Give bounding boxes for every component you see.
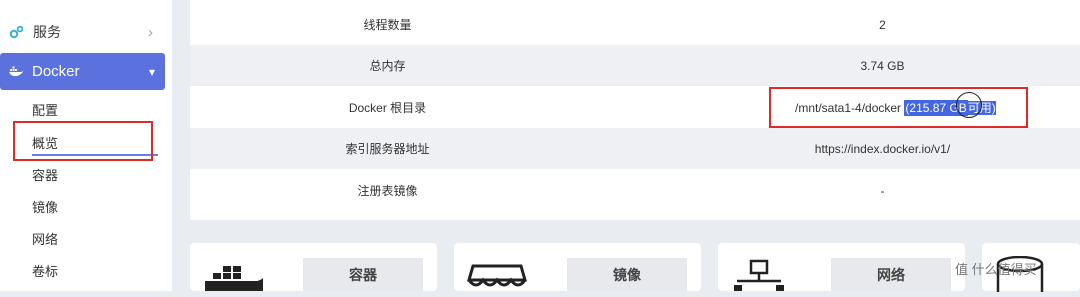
row-value: - (880, 183, 885, 198)
row-key: 注册表镜像 (357, 184, 418, 198)
row-key: 线程数量 (363, 18, 412, 32)
watermark-text: 值 什么值得买 (955, 262, 1037, 277)
network-icon (733, 259, 785, 296)
subnav-images[interactable]: 镜像 (32, 197, 58, 216)
subnav-config[interactable]: 配置 (32, 100, 58, 119)
sidebar-item-label: 服务 (33, 24, 61, 40)
subnav-networks[interactable]: 网络 (32, 229, 58, 248)
chevron-down-icon: ▾ (148, 64, 155, 79)
docker-whale-icon (203, 263, 263, 296)
annotation-box-overview (13, 121, 153, 161)
annotation-box-root-dir (769, 87, 1028, 128)
card-label: 网络 (831, 258, 951, 291)
table-row: 总内存 3.74 GB (190, 45, 1080, 86)
row-key: 总内存 (369, 59, 406, 73)
table-row: 线程数量 2 (190, 4, 1080, 45)
sidebar-item-label: Docker (32, 63, 80, 80)
row-value: https://index.docker.io/v1/ (814, 141, 951, 156)
watermark: 值 什么值得买 (955, 259, 1037, 278)
row-key: 索引服务器地址 (345, 142, 430, 156)
annotation-circle (956, 92, 982, 118)
row-value: 2 (879, 17, 886, 32)
row-value: 3.74 GB (860, 58, 905, 73)
gears-icon (9, 24, 25, 40)
subnav-containers[interactable]: 容器 (32, 165, 58, 184)
card-label: 镜像 (567, 258, 687, 291)
card-label: 容器 (303, 258, 423, 291)
chevron-right-icon: › (148, 23, 153, 41)
table-row: 注册表镜像 - (190, 170, 1080, 211)
awning-icon (467, 262, 527, 297)
sidebar-item-services[interactable]: 服务 › (0, 14, 165, 50)
docker-icon (8, 64, 24, 80)
sidebar-item-docker[interactable]: Docker ▾ (0, 53, 165, 90)
table-row: 索引服务器地址 https://index.docker.io/v1/ (190, 128, 1080, 169)
subnav-volumes[interactable]: 卷标 (32, 261, 58, 280)
row-key: Docker 根目录 (348, 101, 427, 115)
